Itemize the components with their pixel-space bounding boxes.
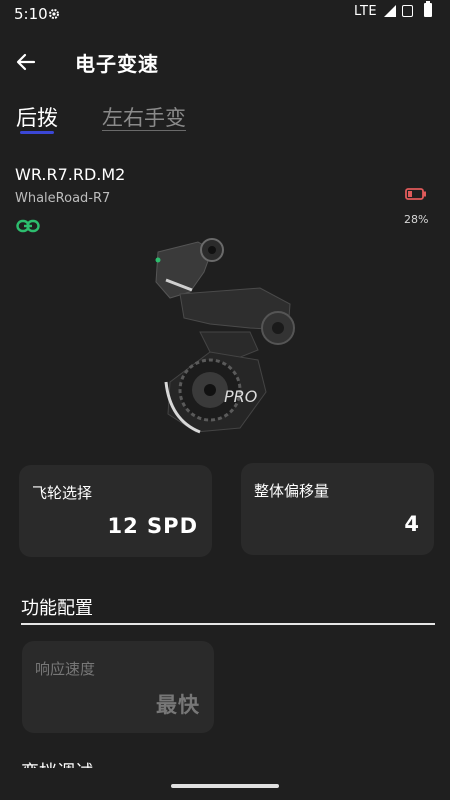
svg-text:PRO: PRO	[224, 387, 257, 406]
flywheel-card[interactable]: 飞轮选择 12 SPD	[19, 465, 212, 557]
signal-icon	[384, 5, 396, 17]
page-title: 电子变速	[75, 52, 159, 76]
battery-percent: 28%	[404, 213, 429, 226]
tab-active-indicator	[20, 131, 54, 134]
app-bar: 电子变速	[0, 40, 450, 82]
response-speed-label: 响应速度	[35, 660, 96, 678]
status-battery-icon	[424, 1, 432, 17]
flywheel-value: 12 SPD	[107, 514, 198, 538]
derailleur-product-image: PRO	[155, 238, 295, 434]
tab-underline	[102, 130, 186, 131]
back-button[interactable]	[12, 48, 40, 76]
response-speed-card[interactable]: 响应速度 最快	[22, 641, 214, 733]
network-type: LTE	[354, 4, 378, 19]
offset-card[interactable]: 整体偏移量 4	[241, 463, 434, 555]
next-section-title: 变挡调试	[21, 758, 93, 768]
response-speed-value: 最快	[156, 693, 200, 717]
status-time: 5:10	[14, 5, 48, 23]
arrow-left-icon	[16, 53, 36, 71]
gear-icon	[49, 9, 59, 19]
tab-shifters[interactable]: 左右手变	[102, 102, 186, 132]
section-title: 功能配置	[21, 598, 93, 619]
device-model: WR.R7.RD.M2	[15, 165, 126, 184]
tab-rear-derailleur[interactable]: 后拨	[16, 102, 58, 132]
status-bar: 5:10 LTE	[0, 0, 450, 26]
flywheel-label: 飞轮选择	[32, 484, 93, 502]
link-icon	[16, 219, 40, 233]
offset-value: 4	[404, 512, 420, 536]
section-divider	[21, 623, 435, 625]
battery-low-icon	[405, 188, 426, 200]
device-name: WhaleRoad-R7	[15, 191, 111, 206]
offset-label: 整体偏移量	[254, 482, 330, 500]
notification-icon	[402, 5, 413, 17]
home-indicator[interactable]	[171, 784, 279, 788]
